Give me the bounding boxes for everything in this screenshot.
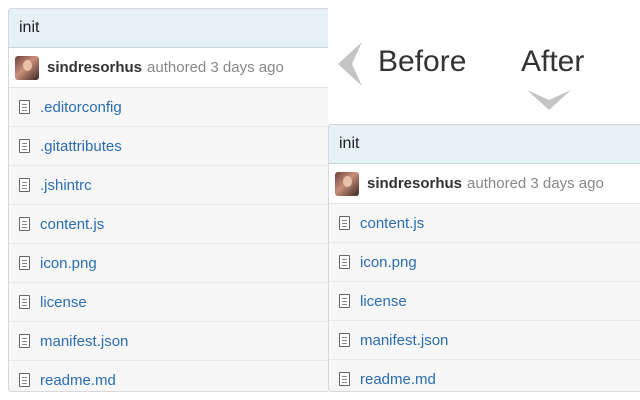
after-label: After bbox=[521, 45, 585, 78]
file-text-icon bbox=[19, 217, 30, 231]
file-row[interactable]: .jshintrc bbox=[9, 166, 328, 205]
file-row[interactable]: icon.png bbox=[329, 243, 640, 282]
file-link[interactable]: manifest.json bbox=[40, 333, 128, 350]
file-link[interactable]: readme.md bbox=[40, 372, 116, 389]
after-file-list-panel: init sindresorhus authored 3 days ago co… bbox=[328, 124, 640, 392]
file-text-icon bbox=[19, 373, 30, 387]
file-link[interactable]: content.js bbox=[40, 216, 104, 233]
commit-title[interactable]: init bbox=[329, 125, 640, 164]
file-row[interactable]: readme.md bbox=[9, 361, 328, 391]
author-row: sindresorhus authored 3 days ago bbox=[329, 164, 640, 204]
author-meta: authored 3 days ago bbox=[467, 175, 604, 192]
file-row[interactable]: .gitattributes bbox=[9, 127, 328, 166]
file-row[interactable]: icon.png bbox=[9, 244, 328, 283]
author-name[interactable]: sindresorhus bbox=[47, 59, 142, 76]
file-link[interactable]: .gitattributes bbox=[40, 138, 122, 155]
file-link[interactable]: license bbox=[360, 293, 407, 310]
author-row: sindresorhus authored 3 days ago bbox=[9, 48, 328, 88]
file-text-icon bbox=[339, 294, 350, 308]
author-name[interactable]: sindresorhus bbox=[367, 175, 462, 192]
file-text-icon bbox=[339, 372, 350, 386]
file-row[interactable]: manifest.json bbox=[9, 322, 328, 361]
file-link[interactable]: manifest.json bbox=[360, 332, 448, 349]
commit-title[interactable]: init bbox=[9, 9, 328, 48]
file-text-icon bbox=[19, 100, 30, 114]
file-row[interactable]: content.js bbox=[9, 205, 328, 244]
author-meta: authored 3 days ago bbox=[147, 59, 284, 76]
file-text-icon bbox=[19, 334, 30, 348]
avatar[interactable] bbox=[335, 171, 359, 196]
file-link[interactable]: icon.png bbox=[360, 254, 417, 271]
file-text-icon bbox=[339, 255, 350, 269]
file-text-icon bbox=[19, 139, 30, 153]
chevron-left-icon bbox=[338, 42, 362, 86]
file-link[interactable]: .editorconfig bbox=[40, 99, 122, 116]
chevron-down-icon bbox=[527, 90, 571, 110]
file-link[interactable]: .jshintrc bbox=[40, 177, 92, 194]
file-link[interactable]: icon.png bbox=[40, 255, 97, 272]
avatar[interactable] bbox=[15, 55, 39, 80]
before-label: Before bbox=[378, 45, 467, 78]
file-row[interactable]: license bbox=[329, 282, 640, 321]
file-link[interactable]: readme.md bbox=[360, 371, 436, 388]
file-row[interactable]: license bbox=[9, 283, 328, 322]
file-row[interactable]: manifest.json bbox=[329, 321, 640, 360]
before-file-list-panel: init sindresorhus authored 3 days ago .e… bbox=[8, 8, 328, 392]
file-row[interactable]: content.js bbox=[329, 204, 640, 243]
file-text-icon bbox=[339, 216, 350, 230]
file-link[interactable]: content.js bbox=[360, 215, 424, 232]
file-text-icon bbox=[19, 178, 30, 192]
file-text-icon bbox=[19, 295, 30, 309]
file-row[interactable]: readme.md bbox=[329, 360, 640, 391]
file-text-icon bbox=[19, 256, 30, 270]
file-row[interactable]: .editorconfig bbox=[9, 88, 328, 127]
file-text-icon bbox=[339, 333, 350, 347]
file-link[interactable]: license bbox=[40, 294, 87, 311]
